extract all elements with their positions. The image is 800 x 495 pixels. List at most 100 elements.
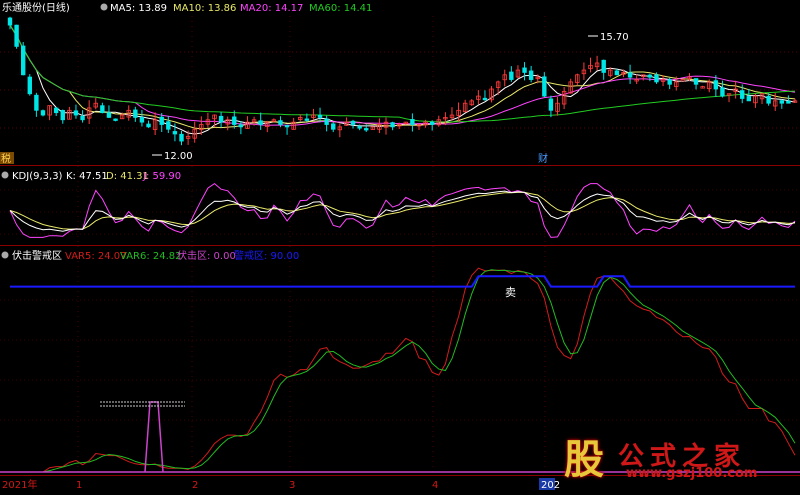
watermark-logo-icon: 股	[564, 437, 604, 483]
candle-body	[647, 74, 653, 78]
time-axis-label: 3	[289, 480, 295, 491]
candle-body	[133, 109, 138, 118]
kdj-j-line	[9, 182, 796, 238]
kdj-settings-icon[interactable]	[1, 171, 9, 179]
finance-tag[interactable]: 财	[538, 152, 548, 165]
candle-body	[548, 98, 554, 111]
candle-body	[364, 128, 369, 131]
candle-body	[40, 110, 46, 116]
candle-body	[779, 100, 785, 104]
candle-body	[20, 45, 26, 76]
ma10-label: MA10: 13.86	[173, 3, 236, 14]
candle-body	[350, 120, 356, 125]
candle-body	[390, 122, 395, 128]
settings-dot-icon[interactable]	[100, 3, 108, 11]
watermark-url: www.gszj100.com	[626, 466, 758, 481]
time-axis-labels: 2021年 1 2 3 4 202	[2, 478, 560, 491]
candle-body	[232, 116, 237, 125]
ambush-settings-icon[interactable]	[1, 251, 9, 259]
time-axis-label: 1	[76, 480, 82, 491]
kdj-j-label: J: 59.90	[142, 171, 181, 182]
stock-title: 乐通股份(日线)	[2, 1, 70, 14]
ma60-line	[9, 24, 796, 123]
candle-body	[627, 72, 633, 78]
candle-body	[100, 105, 105, 114]
candle-body	[218, 115, 224, 123]
alert-zone-line	[10, 275, 795, 288]
candle-body	[166, 121, 171, 130]
var5-label: VAR5: 24.07	[65, 251, 127, 262]
candle-body	[113, 118, 118, 121]
candle-body	[482, 97, 488, 101]
candle-body	[410, 119, 415, 125]
candle-body	[317, 114, 323, 118]
candle-body	[146, 123, 151, 128]
low-marker: 12.00	[152, 151, 193, 162]
kdj-title: KDJ(9,3,3)	[12, 171, 63, 182]
candle-body	[740, 90, 745, 99]
candle-body	[766, 95, 771, 104]
candle-body	[542, 76, 547, 97]
candle-body	[331, 123, 336, 130]
ambush-legend: 伏击警戒区 VAR5: 24.07 VAR6: 24.82 伏击区: 0.00 …	[1, 249, 299, 262]
time-axis-label: 2	[192, 480, 198, 491]
chart-canvas[interactable]: 2021年 1 2 3 4 202 乐通股份(日线) MA5: 13.89 MA10: 1…	[0, 0, 800, 491]
high-marker: 15.70	[588, 32, 629, 43]
time-axis-label: 4	[432, 480, 438, 491]
candle-body	[713, 80, 719, 90]
site-watermark: 股 公式之家 www.gszj100.com	[556, 436, 796, 484]
candle-body	[278, 120, 283, 125]
alert-zone-label: 警戒区: 90.00	[234, 249, 299, 262]
candle-body	[680, 79, 686, 82]
candle-body	[509, 71, 514, 80]
kdj-k-label: K: 47.51	[66, 171, 108, 182]
ma60-label: MA60: 14.41	[309, 3, 372, 14]
candle-body	[73, 110, 79, 116]
stock-chart-window[interactable]: 2021年 1 2 3 4 202 乐通股份(日线) MA5: 13.89 MA10: 1…	[0, 0, 800, 491]
candle-body	[357, 126, 362, 129]
candle-body	[667, 79, 672, 85]
candle-body	[654, 74, 659, 83]
ambush-signal	[100, 401, 185, 473]
candle-body	[34, 94, 39, 111]
candle-body	[528, 70, 534, 80]
candle-body	[106, 112, 112, 118]
candle-body	[53, 107, 59, 114]
candle-body	[284, 124, 290, 128]
candle-body	[80, 115, 85, 121]
candle-body	[614, 70, 620, 76]
kdj-legend: KDJ(9,3,3) K: 47.51 D: 41.31 J: 59.90	[1, 171, 181, 182]
candle-body	[27, 76, 32, 95]
ambush-zone-label: 伏击区: 0.00	[177, 249, 236, 262]
candle-body	[60, 110, 65, 121]
moving-average-lines	[9, 24, 796, 135]
candle-body	[7, 17, 13, 26]
candle-body	[522, 67, 527, 73]
candle-body	[693, 78, 699, 85]
candle-body	[304, 118, 310, 121]
candle-body	[720, 87, 725, 97]
low-label: 12.00	[164, 151, 193, 162]
main-legend: 乐通股份(日线) MA5: 13.89 MA10: 13.86 MA20: 14…	[2, 1, 372, 14]
candle-body	[14, 24, 19, 47]
candle-body	[429, 121, 435, 125]
candle-body	[258, 120, 263, 125]
candle-body	[786, 100, 791, 104]
sell-signal-label: 卖	[505, 286, 516, 299]
ambush-title: 伏击警戒区	[12, 249, 62, 262]
candle-body	[238, 124, 244, 128]
tax-tag-label: 税	[1, 152, 11, 165]
ma5-label: MA5: 13.89	[110, 3, 167, 14]
time-axis-label: 2021年	[2, 478, 37, 491]
candle-body	[601, 59, 606, 73]
candle-body	[172, 131, 178, 135]
ambush-spike	[144, 401, 164, 473]
ma20-label: MA20: 14.17	[240, 3, 303, 14]
ma10-line	[9, 24, 796, 130]
candle-body	[746, 96, 752, 102]
kdj-lines	[9, 182, 796, 238]
candle-body	[324, 118, 329, 125]
var6-label: VAR6: 24.82	[120, 251, 182, 262]
high-label: 15.70	[600, 32, 629, 43]
candle-body	[139, 117, 145, 123]
